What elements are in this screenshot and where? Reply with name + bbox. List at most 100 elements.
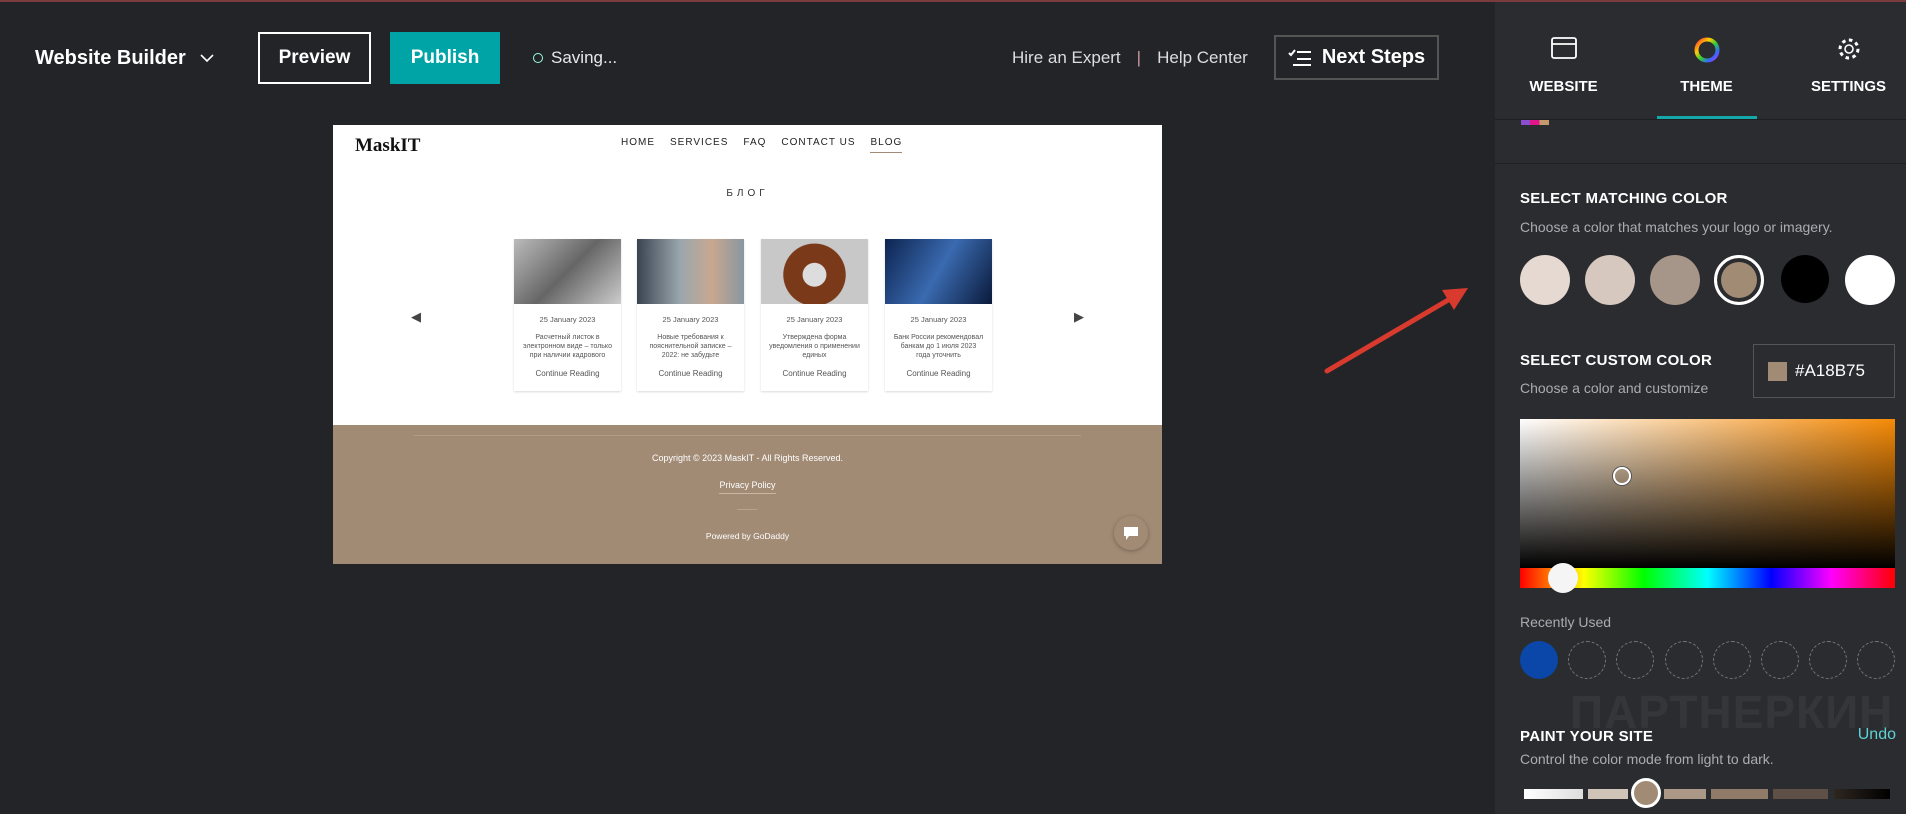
saving-spinner-icon <box>533 53 543 63</box>
footer-divider <box>414 435 1081 436</box>
hex-value: #A18B75 <box>1795 361 1865 380</box>
tab-theme[interactable]: THEME <box>1638 2 1775 120</box>
annotation-arrow <box>1324 288 1468 374</box>
color-mode-segment[interactable] <box>1834 789 1890 799</box>
carousel-prev-icon[interactable]: ◀ <box>411 309 421 325</box>
publish-button[interactable]: Publish <box>390 32 500 84</box>
help-center-link[interactable]: Help Center <box>1157 48 1248 68</box>
privacy-policy-link[interactable]: Privacy Policy <box>719 480 776 494</box>
theme-panel: WEBSITE THEME SETTINGS SELECT MATCHING C… <box>1495 2 1906 814</box>
website-builder-menu[interactable]: Website Builder <box>35 47 214 70</box>
post-title: Новые требования к пояснительной записке… <box>649 334 732 359</box>
blog-card[interactable]: 25 January 2023 Новые требования к поясни… <box>637 239 744 391</box>
undo-button[interactable]: Undo <box>1858 726 1896 744</box>
nav-services[interactable]: SERVICES <box>670 137 728 153</box>
blog-card[interactable]: 25 January 2023 Утверждена форма уведомле… <box>761 239 868 391</box>
color-swatch[interactable] <box>1585 255 1635 305</box>
hire-expert-link[interactable]: Hire an Expert <box>1012 48 1121 68</box>
color-mode-slider-thumb[interactable] <box>1631 778 1661 808</box>
blog-heading: БЛОГ <box>726 188 769 199</box>
nav-home[interactable]: HOME <box>621 137 655 153</box>
color-mode-segment[interactable] <box>1711 789 1768 799</box>
post-image <box>514 239 621 304</box>
paint-site-subtitle: Control the color mode from light to dar… <box>1520 751 1774 767</box>
post-title: Банк России рекомендовал банкам до 1 июл… <box>893 334 984 359</box>
continue-reading-link[interactable]: Continue Reading <box>637 369 744 378</box>
matching-color-subtitle: Choose a color that matches your logo or… <box>1520 219 1833 235</box>
divider <box>1495 163 1906 164</box>
empty-color-slot <box>1568 641 1606 679</box>
saturation-value-picker[interactable] <box>1520 419 1895 568</box>
empty-color-slot <box>1809 641 1847 679</box>
site-nav: HOME SERVICES FAQ CONTACT US BLOG <box>621 137 903 153</box>
nav-contact[interactable]: CONTACT US <box>781 137 855 153</box>
next-steps-button[interactable]: Next Steps <box>1274 35 1439 80</box>
browser-window-icon <box>1550 37 1577 59</box>
hue-slider-thumb[interactable] <box>1548 563 1578 593</box>
color-mode-segment[interactable] <box>1664 789 1706 799</box>
gear-icon <box>1838 38 1859 60</box>
continue-reading-link[interactable]: Continue Reading <box>761 369 868 378</box>
custom-color-subtitle: Choose a color and customize <box>1520 380 1709 396</box>
continue-reading-link[interactable]: Continue Reading <box>885 369 992 378</box>
carousel-next-icon[interactable]: ▶ <box>1074 309 1084 325</box>
site-logo[interactable]: MaskIT <box>355 135 420 157</box>
hex-input[interactable]: #A18B75 <box>1753 344 1895 398</box>
copyright: Copyright © 2023 MaskIT - All Rights Res… <box>651 453 844 463</box>
post-date: 25 January 2023 <box>786 315 843 324</box>
nav-faq[interactable]: FAQ <box>743 137 766 153</box>
tab-label: SETTINGS <box>1810 78 1886 95</box>
save-status: Saving... <box>533 48 617 68</box>
post-image <box>637 239 744 304</box>
color-swatch[interactable] <box>1650 255 1700 305</box>
status-text: Saving... <box>551 48 618 67</box>
color-wheel-icon <box>1694 37 1719 63</box>
divider: | <box>1136 48 1142 67</box>
paint-site-title: PAINT YOUR SITE <box>1520 728 1654 745</box>
color-swatch-selected[interactable] <box>1714 255 1764 305</box>
color-picker-handle[interactable] <box>1613 467 1631 485</box>
blog-card[interactable]: 25 January 2023 Банк России рекомендовал … <box>885 239 992 391</box>
matching-color-title: SELECT MATCHING COLOR <box>1520 190 1728 207</box>
continue-reading-link[interactable]: Continue Reading <box>514 369 621 378</box>
brand-label: Website Builder <box>35 47 186 69</box>
chat-button[interactable] <box>1114 516 1148 550</box>
divider <box>1495 119 1906 120</box>
preview-button[interactable]: Preview <box>258 32 371 84</box>
color-mode-segment[interactable] <box>1773 789 1828 799</box>
tab-website[interactable]: WEBSITE <box>1495 2 1632 120</box>
post-image <box>885 239 992 304</box>
color-mode-segment[interactable] <box>1588 789 1628 799</box>
custom-color-title: SELECT CUSTOM COLOR <box>1520 352 1713 369</box>
footer-short-divider <box>737 509 757 510</box>
site-preview[interactable]: MaskIT HOME SERVICES FAQ CONTACT US BLOG… <box>333 125 1162 564</box>
post-title: Расчетный листок в электронном виде – то… <box>523 334 612 359</box>
color-swatch[interactable] <box>1781 255 1829 303</box>
tab-label: THEME <box>1680 78 1733 95</box>
color-palette-icon <box>1521 120 1549 125</box>
post-image <box>761 239 868 304</box>
empty-color-slot <box>1665 641 1703 679</box>
tab-settings[interactable]: SETTINGS <box>1780 2 1906 120</box>
nav-blog[interactable]: BLOG <box>870 137 903 153</box>
tab-label: WEBSITE <box>1529 78 1598 95</box>
post-title: Утверждена форма уведомления о применени… <box>769 334 860 359</box>
color-swatch[interactable] <box>1520 255 1570 305</box>
blog-card[interactable]: 25 January 2023 Расчетный листок в электр… <box>514 239 621 391</box>
color-swatch[interactable] <box>1845 255 1895 305</box>
site-footer: Copyright © 2023 MaskIT - All Rights Res… <box>333 425 1162 564</box>
next-steps-label: Next Steps <box>1321 46 1426 68</box>
chat-bubble-icon <box>1124 526 1138 540</box>
post-date: 25 January 2023 <box>662 315 719 324</box>
post-date: 25 January 2023 <box>910 315 967 324</box>
recently-used-label: Recently Used <box>1520 614 1612 630</box>
powered-by: Powered by GoDaddy <box>705 531 790 541</box>
checklist-icon <box>1288 48 1311 66</box>
chevron-down-icon <box>200 54 214 63</box>
empty-color-slot <box>1761 641 1799 679</box>
current-color-preview <box>1768 361 1787 381</box>
empty-color-slot <box>1713 641 1751 679</box>
recent-color-swatch[interactable] <box>1520 641 1558 679</box>
color-mode-segment[interactable] <box>1524 789 1583 799</box>
empty-color-slot <box>1857 641 1895 679</box>
